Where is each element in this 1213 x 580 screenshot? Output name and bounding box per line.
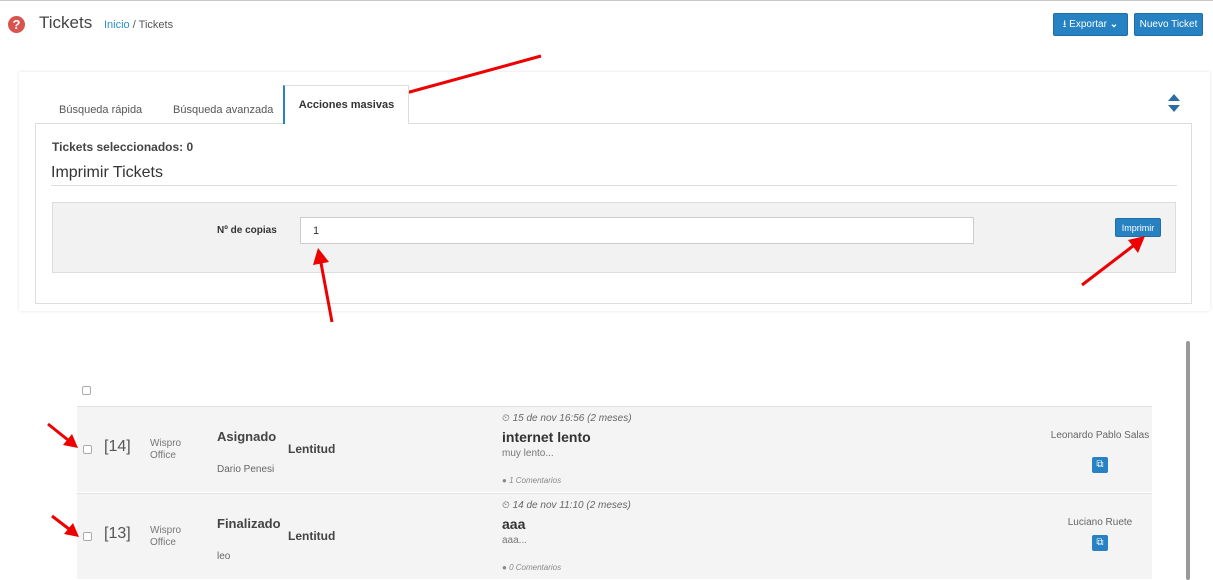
breadcrumb: Inicio / Tickets [104, 19, 173, 31]
clock-icon: ⏲ [502, 413, 510, 424]
search-card: Búsqueda rápida Búsqueda avanzada Accion… [19, 72, 1210, 311]
ticket-subject[interactable]: internet lento [502, 429, 591, 445]
ticket-status: Finalizado [217, 516, 281, 531]
ticket-assignee: Leonardo Pablo Salas [1050, 430, 1150, 441]
office-line2: Office [150, 450, 176, 461]
ticket-comments-text: 0 Comentarios [509, 563, 562, 572]
help-icon[interactable]: ? [8, 16, 25, 33]
ticket-assignee: Luciano Ruete [1067, 517, 1133, 528]
print-form: Nº de copias Imprimir [52, 202, 1176, 273]
ticket-subject[interactable]: aaa [502, 516, 525, 532]
ticket-date: ⏲ 14 de nov 11:10 (2 meses) [502, 500, 631, 511]
copy-icon[interactable]: ⧉ [1092, 457, 1108, 473]
ticket-office: Wispro Office [150, 525, 190, 549]
comment-icon: ● [502, 563, 507, 572]
ticket-description: aaa... [502, 535, 528, 546]
ticket-user: leo [217, 551, 231, 562]
ticket-category: Lentitud [288, 442, 336, 456]
breadcrumb-current: Tickets [138, 19, 174, 31]
ticket-description: muy lento... [502, 448, 554, 459]
ticket-category: Lentitud [288, 529, 336, 543]
ticket-date: ⏲ 15 de nov 16:56 (2 meses) [502, 413, 632, 424]
office-line1: Wispro [150, 438, 182, 449]
page-title: Tickets [39, 13, 93, 32]
ticket-office: Wispro Office [150, 438, 190, 462]
download-icon: ⭳ [1062, 19, 1067, 30]
tab-bulk-actions[interactable]: Acciones masivas [283, 85, 409, 124]
bulk-actions-panel: Tickets seleccionados: 0 Imprimir Ticket… [35, 123, 1192, 304]
annotation-arrow [51, 514, 79, 537]
ticket-row[interactable]: [14] Wispro Office Asignado Dario Penesi … [77, 406, 1152, 492]
comment-icon: ● [502, 476, 507, 485]
breadcrumb-home-link[interactable]: Inicio [104, 19, 130, 31]
tab-quick-search[interactable]: Búsqueda rápida [59, 97, 142, 123]
ticket-row[interactable]: [13] Wispro Office Finalizado leo Lentitu… [77, 493, 1152, 579]
copies-input[interactable] [300, 217, 974, 244]
export-label: Exportar [1069, 19, 1107, 30]
copies-label: Nº de copias [217, 225, 277, 236]
breadcrumb-separator: / [129, 19, 139, 31]
scrollbar[interactable] [1186, 341, 1190, 580]
new-ticket-button[interactable]: Nuevo Ticket [1134, 13, 1203, 36]
copy-icon[interactable]: ⧉ [1092, 535, 1108, 551]
ticket-date-text: 14 de nov 11:10 (2 meses) [512, 500, 631, 511]
ticket-comments[interactable]: ● 0 Comentarios [502, 563, 561, 572]
ticket-date-text: 15 de nov 16:56 (2 meses) [512, 413, 632, 424]
sort-icon[interactable] [1167, 92, 1181, 114]
row-checkbox[interactable] [83, 532, 92, 541]
select-all-checkbox[interactable] [82, 386, 91, 395]
export-button[interactable]: ⭳ Exportar ⌄ [1053, 13, 1128, 36]
print-button[interactable]: Imprimir [1115, 218, 1161, 237]
top-border [0, 0, 1213, 1]
print-section-title: Imprimir Tickets [51, 164, 163, 181]
tab-advanced-search[interactable]: Búsqueda avanzada [173, 97, 273, 123]
ticket-comments-text: 1 Comentarios [509, 476, 562, 485]
clock-icon: ⏲ [502, 500, 510, 511]
chevron-down-icon: ⌄ [1109, 19, 1119, 30]
office-line1: Wispro [150, 525, 182, 536]
section-divider [51, 185, 1177, 186]
ticket-id: [14] [104, 438, 131, 455]
ticket-comments[interactable]: ● 1 Comentarios [502, 476, 561, 485]
selected-count: Tickets seleccionados: 0 [52, 140, 194, 154]
annotation-arrow [47, 422, 78, 448]
row-checkbox[interactable] [83, 445, 92, 454]
ticket-id: [13] [104, 525, 131, 542]
office-line2: Office [150, 537, 176, 548]
ticket-user: Dario Penesi [217, 464, 275, 475]
ticket-status: Asignado [217, 429, 277, 444]
